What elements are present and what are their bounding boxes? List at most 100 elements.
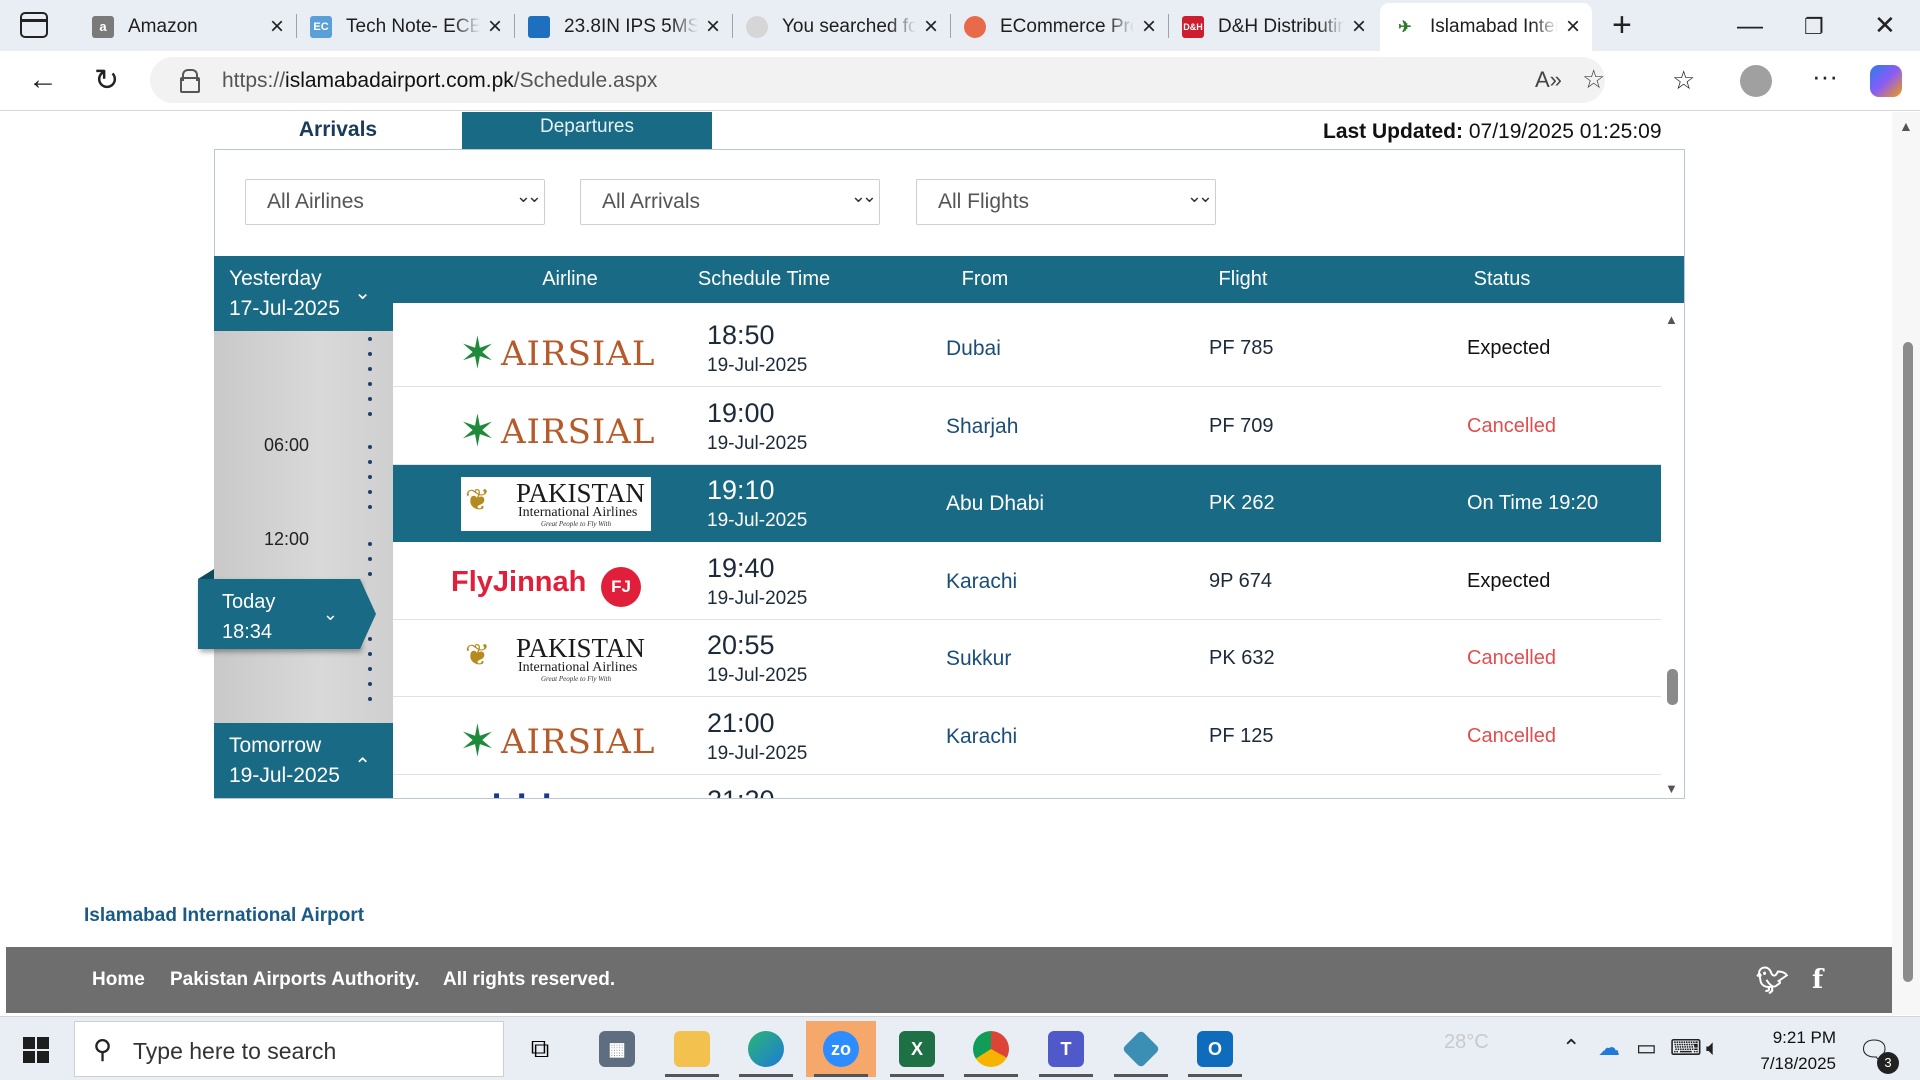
header-schedule-time[interactable]: Schedule Time [698, 268, 830, 291]
flight-status: Cancelled [1467, 724, 1556, 747]
chrome-icon[interactable] [956, 1021, 1026, 1077]
chevron-up-icon: ⌃ [354, 755, 371, 777]
battery-icon[interactable]: ▭ [1636, 1035, 1657, 1061]
footer-link-home[interactable]: Home [92, 969, 145, 991]
header-status[interactable]: Status [1474, 268, 1531, 291]
tab-close-icon[interactable]: × [1352, 13, 1366, 41]
airline-subname: International Airlines [518, 660, 638, 675]
flight-row[interactable]: ✶ AIRSIAL 18:50 19-Jul-2025 Dubai PF 785 Expec… [393, 310, 1661, 387]
scroll-thumb[interactable] [1903, 342, 1913, 982]
flight-row[interactable]: FlyJinnah FJ 19:40 19-Jul-2025 Karachi 9P 674… [393, 542, 1661, 620]
weather-widget[interactable]: 28°C [1444, 1031, 1489, 1054]
flight-row[interactable]: ✶ AIRSIAL 21:00 19-Jul-2025 Karachi PF 125 Can… [393, 697, 1661, 775]
chevron-up-icon[interactable]: ⌃ [1562, 1035, 1580, 1061]
file-explorer-icon[interactable] [657, 1021, 727, 1077]
zoom-icon[interactable]: zo [806, 1021, 876, 1077]
task-view-icon[interactable]: ⧉ [505, 1021, 575, 1077]
new-tab-icon[interactable]: + [1612, 8, 1632, 42]
onedrive-icon[interactable]: ☁ [1598, 1035, 1620, 1061]
volume-icon[interactable]: 🔈︎ [1706, 1035, 1719, 1061]
flyjinnah-logo: FlyJinnah FJ [451, 555, 649, 609]
favorite-star-icon[interactable]: ☆ [1582, 64, 1605, 95]
schedule-time: 19:10 [707, 475, 775, 505]
schedule-date: 19-Jul-2025 [707, 665, 808, 686]
schedule-date: 19-Jul-2025 [707, 510, 808, 531]
tab-label: ECommerce Pro [1000, 15, 1134, 37]
scroll-up-icon[interactable]: ▲ [1899, 118, 1913, 134]
minimize-icon[interactable]: — [1737, 10, 1763, 41]
airsial-star-icon: ✶ [459, 406, 496, 456]
tab-departures[interactable]: Departures [462, 112, 712, 150]
page-scrollbar[interactable]: ▲ [1892, 112, 1920, 1015]
edge-icon[interactable] [731, 1021, 801, 1077]
tab-ecommerce[interactable]: ECommerce Pro × [950, 4, 1168, 49]
flight-row[interactable]: ✶ AIRSIAL 19:00 19-Jul-2025 Sharjah PF 709 Can… [393, 387, 1661, 465]
favorites-icon[interactable]: ☆ [1672, 65, 1695, 96]
tab-close-icon[interactable]: × [488, 13, 502, 41]
tomorrow-selector[interactable]: Tomorrow 19-Jul-2025 ⌃ [214, 723, 393, 798]
tab-tech-note[interactable]: EC Tech Note- ECE × [296, 4, 514, 49]
tab-monitor[interactable]: 23.8IN IPS 5MS × [514, 4, 732, 49]
tab-close-icon[interactable]: × [706, 13, 720, 41]
tab-close-icon[interactable]: × [1566, 13, 1580, 41]
read-aloud-icon[interactable]: A» [1535, 67, 1562, 93]
flights-filter-dropdown[interactable]: All Flights ⌄⌄ [916, 179, 1216, 225]
notification-icon[interactable]: 🗨︎ 3 [1858, 1035, 1900, 1074]
tab-close-icon[interactable]: × [1142, 13, 1156, 41]
tab-dh-distributing[interactable]: D&H D&H Distributin × [1168, 4, 1378, 49]
airline-subname: International Airlines [518, 505, 638, 520]
teams-icon[interactable]: T [1031, 1021, 1101, 1077]
copilot-icon[interactable] [1870, 65, 1902, 97]
facebook-icon[interactable]: f [1812, 965, 1823, 995]
back-icon[interactable]: ← [28, 63, 58, 97]
today-marker[interactable]: Today 18:34 ⌄ [198, 569, 376, 649]
tab-arrivals[interactable]: Arrivals [214, 112, 462, 149]
store-favicon-icon [528, 15, 550, 38]
url-text[interactable]: https://islamabadairport.com.pk/Schedule… [222, 69, 657, 93]
site-title[interactable]: Islamabad International Airport [84, 905, 364, 927]
windows-start-icon[interactable] [23, 1037, 49, 1063]
profile-avatar[interactable] [1740, 65, 1772, 97]
clock-time: 9:21 PM [1772, 1028, 1836, 1047]
flight-row[interactable]: ❦ PAKISTAN International Airlines Great Peo… [393, 465, 1661, 542]
header-airline[interactable]: Airline [542, 268, 598, 291]
table-scrollbar[interactable]: ▲ ▼ [1661, 310, 1684, 798]
scroll-down-icon[interactable]: ▼ [1665, 781, 1678, 796]
tab-search-results[interactable]: You searched fo × [732, 4, 950, 49]
tab-close-icon[interactable]: × [924, 13, 938, 41]
schedule-date: 19-Jul-2025 [707, 432, 808, 454]
app-diamond-icon[interactable] [1106, 1021, 1176, 1077]
plane-favicon-icon: ✈ [1398, 19, 1412, 36]
flight-status: Cancelled [1467, 414, 1556, 437]
last-updated-value: 07/19/2025 01:25:09 [1463, 120, 1662, 143]
scroll-thumb[interactable] [1667, 669, 1678, 705]
close-window-icon[interactable]: ✕ [1874, 10, 1896, 41]
taskbar-clock[interactable]: 9:21 PM 7/18/2025 [1756, 1025, 1836, 1077]
twitter-icon[interactable]: 🐦︎ [1756, 965, 1789, 996]
more-menu-icon[interactable]: ··· [1812, 61, 1838, 92]
outlook-icon[interactable]: O [1180, 1021, 1250, 1077]
tab-actions-icon[interactable] [20, 12, 48, 38]
yesterday-selector[interactable]: Yesterday 17-Jul-2025 ⌄ [214, 256, 393, 331]
tab-close-icon[interactable]: × [270, 13, 284, 41]
restore-icon[interactable]: ❐ [1804, 14, 1824, 40]
flight-number: PF 125 [1209, 724, 1274, 747]
flight-row-partial[interactable]: 21:20 ▪▪▪ [393, 775, 1661, 798]
lock-icon[interactable] [180, 69, 200, 93]
taskbar-search-box[interactable]: ⚲ Type here to search [74, 1021, 504, 1077]
refresh-icon[interactable]: ↻ [94, 63, 119, 98]
flight-row[interactable]: ❦ PAKISTAN International Airlines Great Peo… [393, 620, 1661, 697]
tab-amazon[interactable]: a Amazon × [78, 4, 296, 49]
tab-islamabad-airport[interactable]: ✈ Islamabad Inter × [1380, 3, 1592, 51]
page-content: Arrivals Departures Last Updated: 07/19/… [0, 112, 1920, 1015]
excel-icon[interactable]: X [882, 1021, 952, 1077]
header-flight[interactable]: Flight [1219, 268, 1268, 291]
calculator-icon[interactable]: ▦ [582, 1021, 652, 1077]
address-bar[interactable]: https://islamabadairport.com.pk/Schedule… [150, 57, 1605, 103]
network-icon[interactable]: ⌨ [1670, 1035, 1702, 1061]
origin-city: Karachi [946, 569, 1018, 593]
header-from[interactable]: From [962, 268, 1009, 291]
airline-filter-dropdown[interactable]: All Airlines ⌄⌄ [245, 179, 545, 225]
arrivals-filter-dropdown[interactable]: All Arrivals ⌄⌄ [580, 179, 880, 225]
scroll-up-icon[interactable]: ▲ [1665, 312, 1678, 327]
